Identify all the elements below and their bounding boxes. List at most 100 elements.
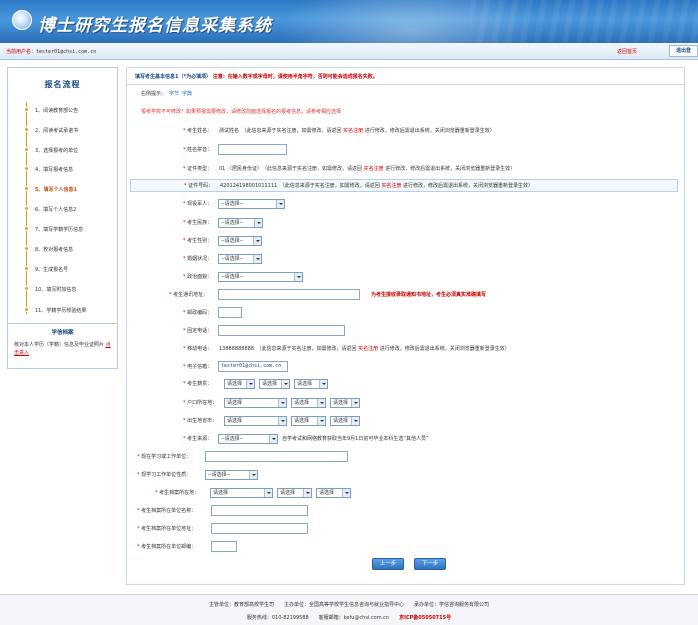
- realname-link[interactable]: 实名注册: [381, 183, 401, 189]
- hukou-province-select[interactable]: 请选择: [224, 398, 287, 408]
- step-dot-icon: [24, 186, 29, 191]
- archive-zip-input[interactable]: [211, 541, 237, 552]
- row-zip: * 邮政编码：: [127, 307, 427, 319]
- form-heading: 填写考生基本信息1（*为必填项） 注意：在输入数字或字母时，请使用半角字符，否则…: [135, 73, 378, 80]
- banner-pattern: [470, 0, 698, 43]
- birth-province-select[interactable]: 请选择: [224, 416, 287, 426]
- hukou-county-select[interactable]: 请选择: [330, 398, 360, 408]
- step-item: 9、生成报名号: [23, 265, 118, 273]
- source-select[interactable]: --请选择--: [218, 434, 278, 444]
- name-label: * 考生姓名：: [183, 128, 213, 134]
- active-label: * 现役军人：: [183, 201, 213, 207]
- gender-select[interactable]: --请选择--: [218, 236, 262, 246]
- font-label: 右侧提示：: [141, 91, 167, 97]
- row-email: * 电子信箱： tester01@chsi.com.cn: [127, 361, 427, 373]
- active-select[interactable]: --请选择--: [218, 199, 285, 209]
- font-option-b[interactable]: 字典: [182, 91, 192, 97]
- realname-link[interactable]: 实名注册: [358, 346, 378, 352]
- row-study-type: * 现学习工作单位性质： --请选择--: [127, 469, 427, 481]
- current-user: 当前用户名：tester01@chsi.com.cn: [6, 48, 96, 55]
- archive-addr-label: * 考生档案所在单位地址：: [137, 526, 197, 532]
- step-item: 8、校对报考信息: [23, 245, 118, 253]
- step-label: 8、校对报考信息: [35, 247, 74, 253]
- current-user-label: 当前用户名：: [6, 49, 37, 55]
- origin-city-select[interactable]: 请选择: [259, 379, 290, 389]
- archive-place-label: * 考生档案所在地：: [155, 490, 200, 496]
- step-item: 11、学籍学历校验结果: [23, 306, 118, 314]
- ethnic-select[interactable]: --请选择--: [218, 218, 263, 228]
- next-button[interactable]: 下一步: [414, 558, 446, 570]
- font-option-a[interactable]: 字节: [169, 91, 179, 97]
- row-study-unit: * 现在学习或工作单位：: [127, 451, 427, 463]
- step-label: 10、填写附加信息: [35, 287, 77, 293]
- hukou-city-select[interactable]: 请选择: [291, 398, 326, 408]
- origin-county-select[interactable]: 请选择: [294, 379, 328, 389]
- study-type-label: * 现学习工作单位性质：: [137, 472, 192, 478]
- study-label: * 现在学习或工作单位：: [137, 454, 192, 460]
- row-marital: * 婚姻状况： --请选择--: [127, 253, 427, 265]
- page-footer: 主管单位：教育部高校学生司 主办单位：全国高等学校学生信息咨询与就业指导中心 承…: [0, 594, 698, 625]
- name-value: 测试姓名 （此信息来源于实名注册，如需修改，请返回 实名注册 进行修改，修改后需…: [219, 128, 495, 134]
- step-item: 4、填写报考信息: [23, 165, 118, 173]
- marital-select[interactable]: --请选择--: [218, 254, 262, 264]
- study-type-select[interactable]: --请选择--: [205, 470, 258, 480]
- study-input[interactable]: [205, 451, 348, 462]
- archive-county-select[interactable]: 请选择: [316, 488, 351, 498]
- zip-input[interactable]: [218, 307, 242, 318]
- pinyin-input[interactable]: [218, 144, 287, 155]
- archive-addr-input[interactable]: [211, 523, 308, 534]
- prev-button[interactable]: 上一步: [372, 558, 404, 570]
- source-label: * 考生来源：: [183, 436, 213, 442]
- idno-label: * 证件号码：: [184, 183, 214, 189]
- step-dot-icon: [24, 266, 29, 271]
- origin-province-select[interactable]: 请选择: [224, 379, 255, 389]
- header-banner: 博士研究生报名信息采集系统: [0, 0, 698, 43]
- step-label: 7、填写学籍学历信息: [35, 227, 84, 233]
- archive-city-select[interactable]: 请选择: [277, 488, 312, 498]
- hukou-label: * 户口所在地：: [183, 400, 218, 406]
- row-idno: * 证件号码： 420124198001011111 （此信息来源于实名注册，如…: [130, 179, 678, 192]
- step-label: 1、阅读教育部公告: [35, 108, 79, 114]
- current-user-value: tester01@chsi.com.cn: [36, 49, 97, 55]
- archive-province-select[interactable]: 请选择: [210, 488, 273, 498]
- realname-link[interactable]: 实名注册: [343, 128, 363, 134]
- row-phone: * 固定电话：: [127, 325, 427, 337]
- step-item: 7、填写学籍学历信息: [23, 225, 118, 233]
- realname-link[interactable]: 实名注册: [364, 166, 384, 172]
- step-item-active: 5、填写个人信息1: [23, 185, 118, 193]
- icp-link[interactable]: 京ICP备05050715号: [399, 615, 451, 621]
- chevron-down-icon: [254, 219, 262, 227]
- chevron-down-icon: [281, 380, 289, 388]
- chevron-down-icon: [351, 417, 359, 425]
- main-form-panel: 填写考生基本信息1（*为必填项） 注意：在输入数字或字母时，请使用半角字符，否则…: [126, 67, 685, 585]
- row-archive-addr: * 考生档案所在单位地址：: [127, 523, 427, 535]
- phone-input[interactable]: [218, 325, 345, 336]
- logo-icon: [12, 10, 32, 30]
- chevron-down-icon: [278, 399, 286, 407]
- chevron-down-icon: [253, 237, 261, 245]
- step-dot-icon: [24, 246, 29, 251]
- email-label: * 电子信箱：: [183, 364, 213, 370]
- chevron-down-icon: [246, 380, 254, 388]
- home-link[interactable]: 返回首页: [617, 48, 637, 55]
- origin-label: * 考生籍贯：: [183, 381, 213, 387]
- source-note: 自学考试和网络教育获取当年9月1日前可毕业本科生选“其他人员”: [282, 436, 429, 442]
- idno-value: 420124198001011111 （此信息来源于实名注册，如需修改，请返回 …: [220, 183, 533, 189]
- mobile-label: * 移动电话：: [183, 346, 213, 352]
- row-pinyin: * 姓名拼音：: [127, 144, 684, 156]
- step-label: 2、阅读考试承诺书: [35, 128, 79, 134]
- birth-county-select[interactable]: 请选择: [330, 416, 360, 426]
- email-input[interactable]: tester01@chsi.com.cn: [218, 361, 288, 372]
- politics-select[interactable]: --请选择--: [218, 272, 303, 282]
- birth-city-select[interactable]: 请选择: [291, 416, 326, 426]
- row-gender: * 考生性别： --请选择--: [127, 235, 427, 247]
- chevron-down-icon: [317, 399, 325, 407]
- row-politics: * 政治面貌： --请选择--: [127, 271, 427, 283]
- logout-button[interactable]: 退出登: [669, 45, 698, 57]
- address-label: * 考生通讯地址：: [169, 292, 209, 298]
- chevron-down-icon: [303, 489, 311, 497]
- address-input[interactable]: [218, 289, 360, 300]
- birth-label: * 出生地省市：: [183, 418, 218, 424]
- archive-unit-input[interactable]: [211, 505, 308, 516]
- chevron-down-icon: [317, 417, 325, 425]
